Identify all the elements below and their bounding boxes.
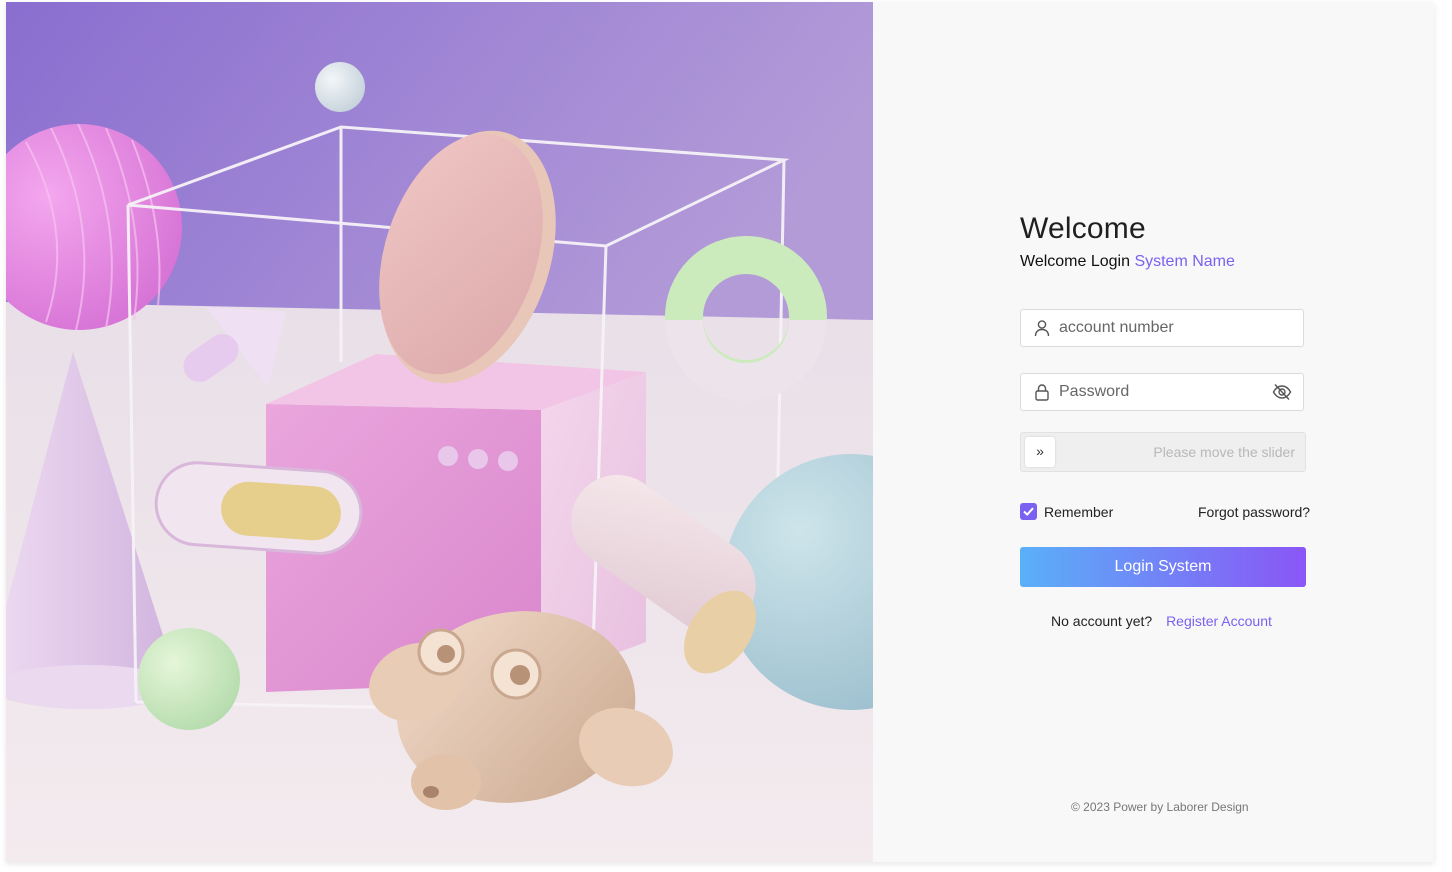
system-name: System Name xyxy=(1134,253,1235,270)
user-icon xyxy=(1033,319,1051,337)
register-account-link[interactable]: Register Account xyxy=(1166,613,1272,629)
welcome-subtitle: Welcome Login System Name xyxy=(1020,253,1235,271)
copyright-footer: © 2023 Power by Laborer Design xyxy=(1071,800,1249,814)
remember-label: Remember xyxy=(1044,503,1114,520)
hero-illustration xyxy=(6,2,873,862)
page-title: Welcome xyxy=(1020,212,1146,245)
login-panel: Welcome Welcome Login System Name accoun… xyxy=(873,2,1434,862)
account-input[interactable] xyxy=(1059,310,1259,346)
forgot-password-link[interactable]: Forgot password? xyxy=(1198,504,1310,520)
subtitle-prefix: Welcome Login xyxy=(1020,253,1130,270)
slider-hint: Please move the slider xyxy=(1153,444,1295,460)
register-prompt: No account yet? xyxy=(1051,613,1153,629)
login-button[interactable]: Login System xyxy=(1020,547,1306,587)
check-icon[interactable] xyxy=(1020,503,1037,520)
abstract-3d-shapes-image xyxy=(6,2,873,862)
slider-captcha[interactable]: » Please move the slider xyxy=(1020,432,1306,472)
account-field[interactable] xyxy=(1020,309,1304,347)
remember-checkbox[interactable]: Remember xyxy=(1020,503,1113,520)
login-page: Welcome Welcome Login System Name accoun… xyxy=(6,2,1434,862)
password-field[interactable] xyxy=(1020,373,1304,411)
lock-icon xyxy=(1033,383,1051,401)
password-input[interactable] xyxy=(1059,374,1259,410)
double-chevron-right-icon[interactable]: » xyxy=(1025,437,1055,467)
register-line: No account yet? Register Account xyxy=(1051,613,1272,629)
eye-off-icon[interactable] xyxy=(1272,383,1292,401)
